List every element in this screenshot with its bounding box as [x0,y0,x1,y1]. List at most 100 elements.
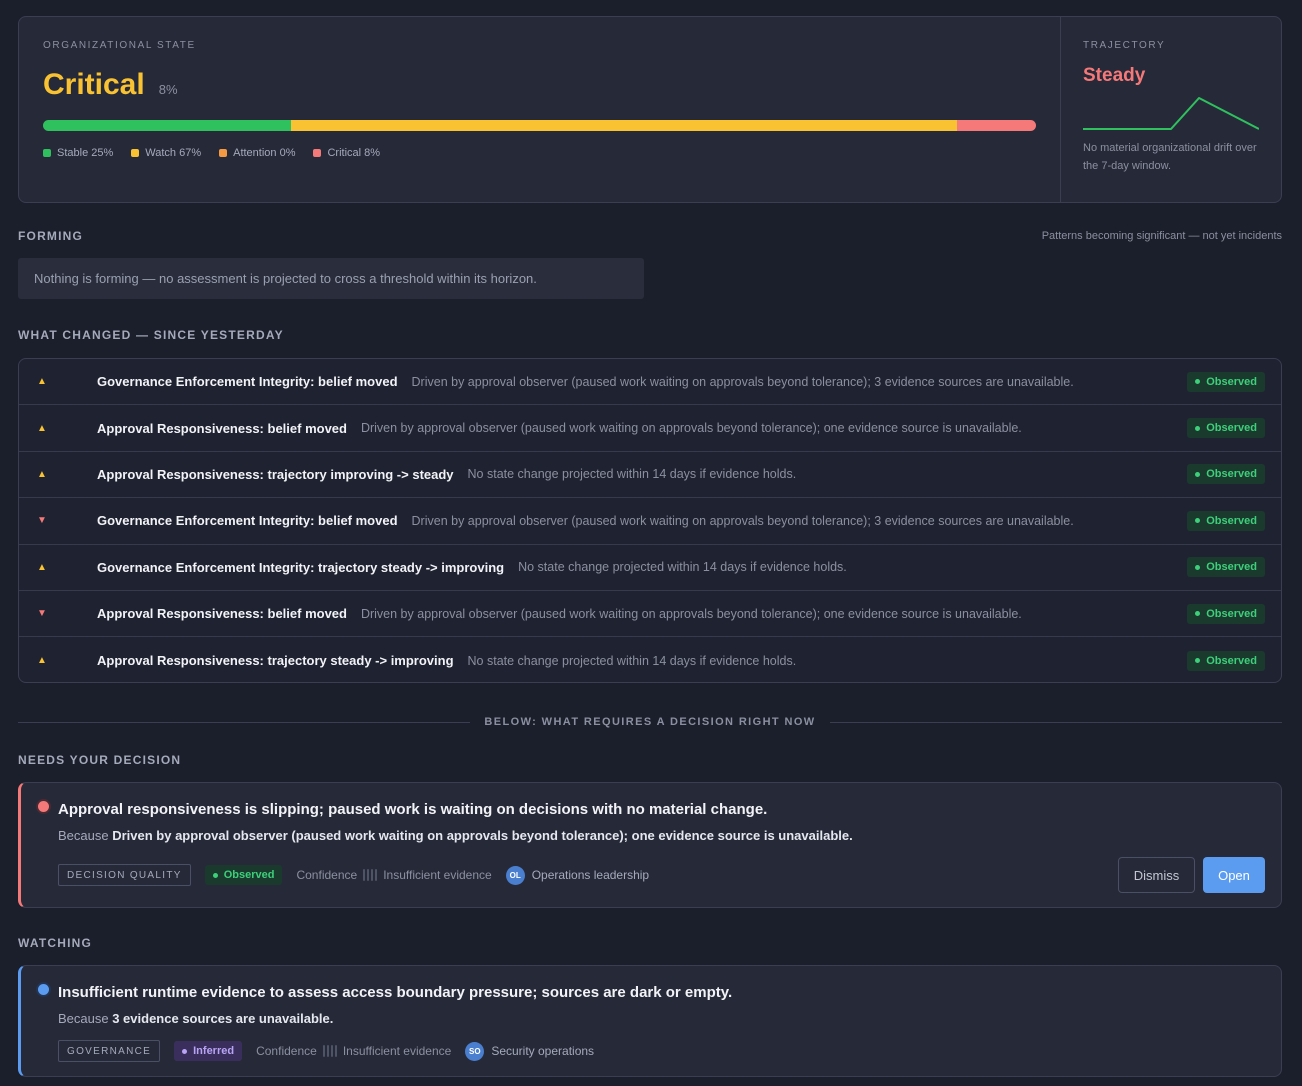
forming-header: FORMING Patterns becoming significant — … [18,229,1282,243]
change-description: Driven by approval observer (paused work… [411,513,1074,528]
badge-dot-icon [1195,564,1201,570]
owner-avatar: SO [465,1041,485,1061]
badge-label: Observed [1206,561,1257,574]
triangle-up-icon: ▲ [37,561,47,573]
what-changed-title: WHAT CHANGED — SINCE YESTERDAY [18,328,284,342]
legend-label: Watch 67% [145,147,202,159]
badge-dot-icon [212,872,218,878]
bar-segment-critical [956,120,1036,131]
badge-dot-icon [1195,471,1201,477]
change-row[interactable]: ▲ Approval Responsiveness: trajectory imp… [19,452,1281,499]
inferred-badge: Inferred [174,1041,243,1061]
triangle-down-icon: ▼ [37,608,47,620]
badge-label: Observed [1206,654,1257,667]
decision-card[interactable]: Approval responsiveness is slipping; pau… [18,782,1282,908]
because-text: Driven by approval observer (paused work… [112,828,853,843]
confidence-label: Confidence [296,868,358,882]
state-distribution-bar [43,120,1036,131]
change-description: Driven by approval observer (paused work… [411,374,1074,389]
legend-item: Watch 67% [131,147,201,159]
change-row[interactable]: ▲ Approval Responsiveness: belief moved Dr… [19,405,1281,452]
change-title: Approval Responsiveness: belief moved [97,420,347,436]
state-summary: ORGANIZATIONAL STATE Critical 8% Stable … [19,17,1061,202]
divider-line-left [18,721,471,723]
watching-title: WATCHING [18,936,93,950]
owner-name: Operations leadership [531,868,650,882]
badge-dot-icon [1195,658,1201,664]
change-row[interactable]: ▲ Governance Enforcement Integrity: belie… [19,359,1281,406]
dismiss-button[interactable]: Dismiss [1118,857,1195,893]
legend-swatch [219,149,228,157]
category-tag: GOVERNANCE [58,1040,161,1062]
watching-card[interactable]: Insufficient runtime evidence to assess … [18,965,1282,1077]
confidence-indicator: Confidence Insufficient evidence [256,1044,451,1058]
trajectory-overline: TRAJECTORY [1083,40,1166,51]
organizational-state-card: ORGANIZATIONAL STATE Critical 8% Stable … [18,16,1282,203]
badge-label: Observed [1206,607,1257,620]
forming-empty-state: Nothing is forming — no assessment is pr… [18,258,644,299]
triangle-up-icon: ▲ [37,376,47,388]
badge-label: Observed [1206,468,1257,481]
needs-decision-title: NEEDS YOUR DECISION [18,753,182,767]
change-row[interactable]: ▲ Approval Responsiveness: trajectory ste… [19,637,1281,682]
triangle-up-icon: ▲ [37,422,47,434]
forming-subtitle: Patterns becoming significant — not yet … [1041,230,1282,242]
observed-badge: Observed [1187,371,1265,392]
observed-badge: Observed [1187,464,1265,485]
trajectory-panel: TRAJECTORY Steady No material organizati… [1061,17,1281,202]
legend-label: Attention 0% [233,147,296,159]
open-button[interactable]: Open [1203,857,1265,893]
watching-card-because: Because 3 evidence sources are unavailab… [58,1011,333,1026]
decision-card-meta: DECISION QUALITY Observed Confidence Ins… [58,864,649,886]
trajectory-sparkline [1083,97,1259,130]
badge-dot-icon [182,1048,188,1054]
info-dot-icon [38,984,49,995]
change-title: Governance Enforcement Integrity: belief… [97,374,398,390]
forming-title: FORMING [18,229,84,243]
triangle-down-icon: ▼ [37,515,47,527]
what-changed-list: ▲ Governance Enforcement Integrity: belie… [18,358,1282,683]
observed-badge: Observed [1187,557,1265,578]
divider-text: BELOW: WHAT REQUIRES A DECISION RIGHT NO… [484,716,816,728]
decision-divider: BELOW: WHAT REQUIRES A DECISION RIGHT NO… [18,714,1283,730]
badge-label: Observed [223,869,275,881]
legend-label: Critical 8% [327,147,381,159]
legend-item: Stable 25% [43,147,113,159]
change-description: No state change projected within 14 days… [467,653,797,668]
state-legend: Stable 25% Watch 67% Attention 0% Critical … [43,147,1036,159]
bar-segment-stable [43,120,292,131]
owner-avatar: OL [505,865,525,885]
decision-card-because: Because Driven by approval observer (pau… [58,828,853,843]
because-prefix: Because [58,1011,109,1026]
badge-dot-icon [1195,425,1201,431]
because-text: 3 evidence sources are unavailable. [112,1011,334,1026]
change-row[interactable]: ▼ Governance Enforcement Integrity: belie… [19,498,1281,545]
badge-dot-icon [1195,379,1201,385]
category-tag: DECISION QUALITY [58,864,191,886]
legend-item: Attention 0% [219,147,295,159]
change-row[interactable]: ▼ Approval Responsiveness: belief moved Dr… [19,591,1281,638]
decision-card-title: Approval responsiveness is slipping; pau… [58,801,768,818]
change-description: Driven by approval observer (paused work… [360,606,1022,621]
confidence-bars-icon [322,1045,337,1057]
badge-label: Observed [1206,514,1257,527]
badge-dot-icon [1195,518,1201,524]
change-title: Governance Enforcement Integrity: belief… [97,513,398,529]
triangle-up-icon: ▲ [37,468,47,480]
triangle-up-icon: ▲ [37,655,47,667]
decision-actions: Dismiss Open [1118,857,1265,893]
trajectory-note: No material organizational drift over th… [1083,142,1257,172]
change-description: Driven by approval observer (paused work… [360,421,1022,436]
observed-badge: Observed [1187,650,1265,671]
change-description: No state change projected within 14 days… [518,560,847,575]
legend-item: Critical 8% [313,147,380,159]
badge-label: Observed [1206,375,1257,388]
legend-swatch [131,149,140,157]
legend-swatch [313,149,322,157]
watching-card-title: Insufficient runtime evidence to assess … [58,984,733,1001]
observed-badge: Observed [1187,510,1265,531]
state-label: Critical [43,68,145,101]
change-row[interactable]: ▲ Governance Enforcement Integrity: traje… [19,545,1281,591]
trajectory-label: Steady [1083,65,1146,86]
owner: SO Security operations [465,1041,594,1061]
